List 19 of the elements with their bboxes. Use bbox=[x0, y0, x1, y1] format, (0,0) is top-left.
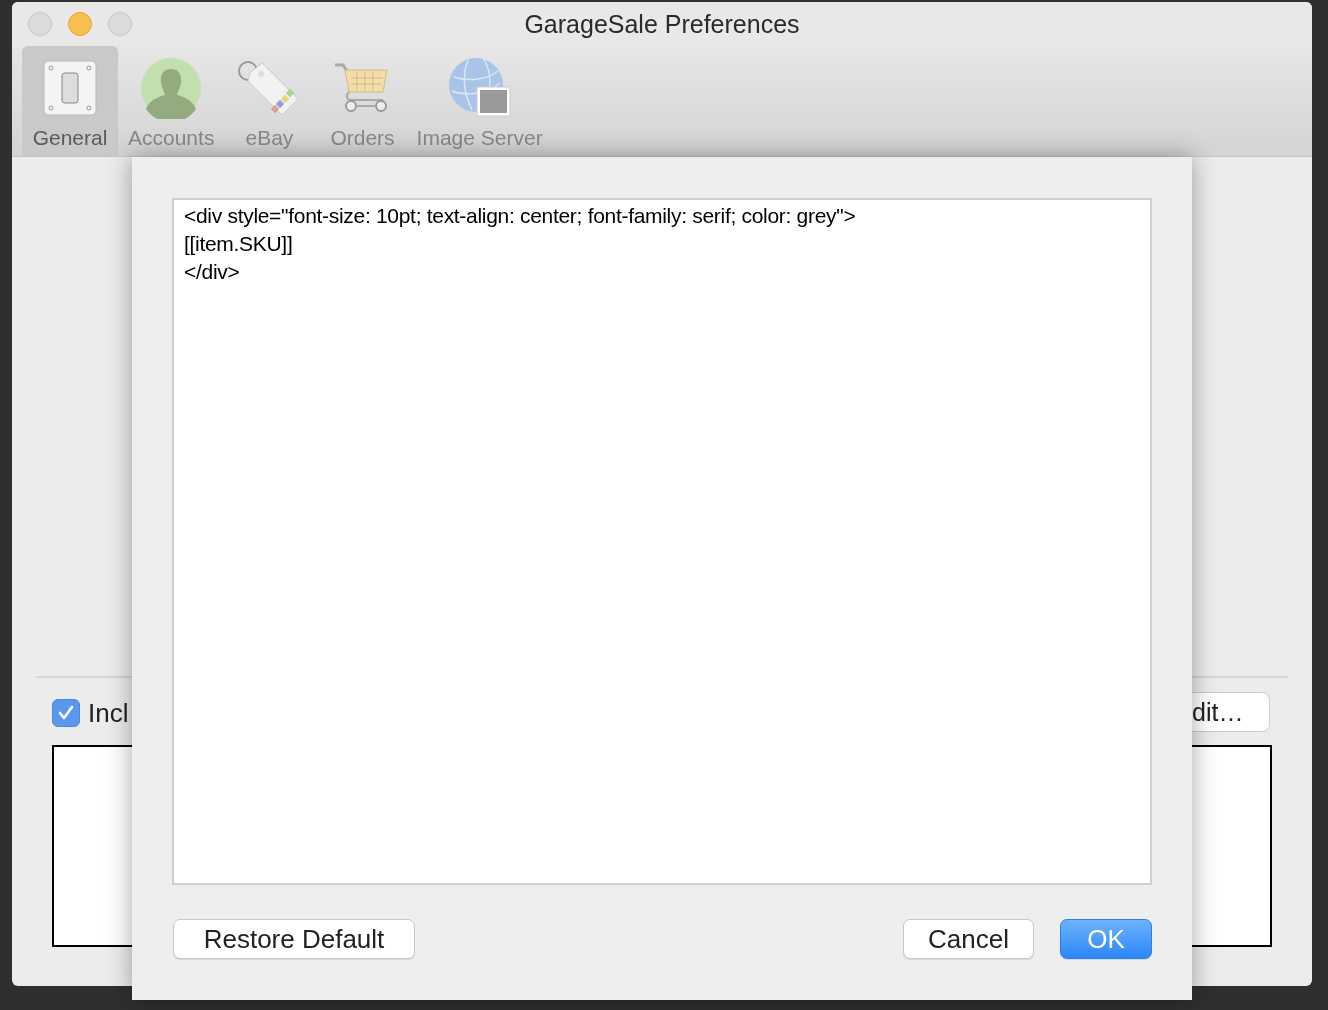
checkbox[interactable] bbox=[52, 699, 80, 727]
switch-icon bbox=[42, 59, 98, 117]
toolbar-tab[interactable]: eBay bbox=[224, 46, 315, 156]
toolbar-tab[interactable]: Accounts bbox=[122, 46, 221, 156]
minimize-button[interactable] bbox=[68, 12, 92, 36]
edit-button[interactable]: dit… bbox=[1190, 692, 1270, 732]
person-icon bbox=[140, 57, 203, 119]
zoom-button[interactable] bbox=[108, 12, 132, 36]
dialog-button[interactable]: Cancel bbox=[903, 919, 1034, 959]
ok-button[interactable]: OK bbox=[1060, 919, 1152, 959]
close-button[interactable] bbox=[28, 12, 52, 36]
window-title: GarageSale Preferences bbox=[524, 10, 800, 39]
checkbox-label: Incl bbox=[88, 697, 129, 729]
html-editor-field[interactable]: <div style="font-size: 10pt; text-align: center; font-family: serif; color: grey"> [[item.SKU]] </div> bbox=[172, 198, 1152, 885]
dialog-button[interactable]: Restore Default bbox=[173, 919, 415, 959]
toolbar-tab[interactable]: General bbox=[22, 46, 118, 156]
toolbar-tab[interactable]: Image Server bbox=[410, 46, 549, 156]
globe-with-window-icon bbox=[447, 57, 512, 119]
toolbar-tab[interactable]: Orders bbox=[318, 46, 407, 156]
